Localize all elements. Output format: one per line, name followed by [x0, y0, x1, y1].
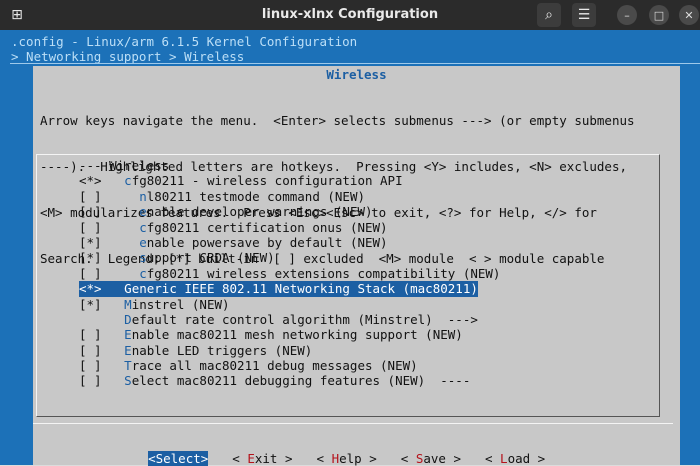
- exit-button[interactable]: < Exit >: [232, 451, 292, 466]
- header-divider: [10, 63, 700, 64]
- menu-item-default-rate-control[interactable]: Default rate control algorithm (Minstrel…: [79, 312, 500, 327]
- select-button[interactable]: <Select>: [148, 451, 209, 466]
- menu-item-crda[interactable]: [*] support CRDA (NEW): [79, 250, 500, 265]
- config-header: .config - Linux/arm 6.1.5 Kernel Configu…: [11, 34, 358, 49]
- menu-item-cfg80211[interactable]: <*> cfg80211 - wireless configuration AP…: [79, 173, 500, 188]
- button-bar: <Select> < Exit > < Help > < Save > < Load >: [133, 436, 569, 466]
- menu-item-nl80211-testmode[interactable]: [ ] nl80211 testmode command (NEW): [79, 189, 500, 204]
- menu-item-trace-debug[interactable]: [ ] Trace all mac80211 debug messages (N…: [79, 358, 500, 373]
- menu-item-powersave[interactable]: [*] enable powersave by default (NEW): [79, 235, 500, 250]
- menu-item-mac80211-selected[interactable]: <*> Generic IEEE 802.11 Networking Stack…: [79, 281, 478, 297]
- close-icon[interactable]: ✕: [679, 5, 699, 25]
- menu-item-led-triggers[interactable]: [ ] Enable LED triggers (NEW): [79, 343, 500, 358]
- maximize-icon[interactable]: □: [649, 5, 669, 25]
- menu-item-minstrel[interactable]: [*] Minstrel (NEW): [79, 297, 500, 312]
- menu-item-mesh-networking[interactable]: [ ] Enable mac80211 mesh networking supp…: [79, 327, 500, 342]
- menu-icon[interactable]: ☰: [572, 3, 596, 27]
- window-titlebar: ⊞ linux-xlnx Configuration ⌕ ☰ – □ ✕: [0, 0, 700, 30]
- menu-item-debugging-features[interactable]: [ ] Select mac80211 debugging features (…: [79, 373, 500, 388]
- menu-item-certification-onus[interactable]: [ ] cfg80211 certification onus (NEW): [79, 220, 500, 235]
- load-button[interactable]: < Load >: [485, 451, 545, 466]
- button-divider: [33, 423, 673, 424]
- menu-item-developer-warnings[interactable]: [ ] enable developer warnings (NEW): [79, 204, 500, 219]
- search-icon[interactable]: ⌕: [537, 3, 561, 27]
- breadcrumb: > Networking support > Wireless: [11, 49, 245, 64]
- help-button[interactable]: < Help >: [317, 451, 377, 466]
- save-button[interactable]: < Save >: [401, 451, 461, 466]
- dialog-title: Wireless: [326, 67, 387, 82]
- menu-list: --- Wireless <*> cfg80211 - wireless con…: [79, 158, 500, 389]
- menu-item-wext-compat[interactable]: [ ] cfg80211 wireless extensions compati…: [79, 266, 500, 281]
- help-line: Arrow keys navigate the menu. <Enter> se…: [40, 112, 635, 128]
- minimize-icon[interactable]: –: [617, 5, 637, 25]
- menu-item-wireless-header: --- Wireless: [79, 158, 170, 173]
